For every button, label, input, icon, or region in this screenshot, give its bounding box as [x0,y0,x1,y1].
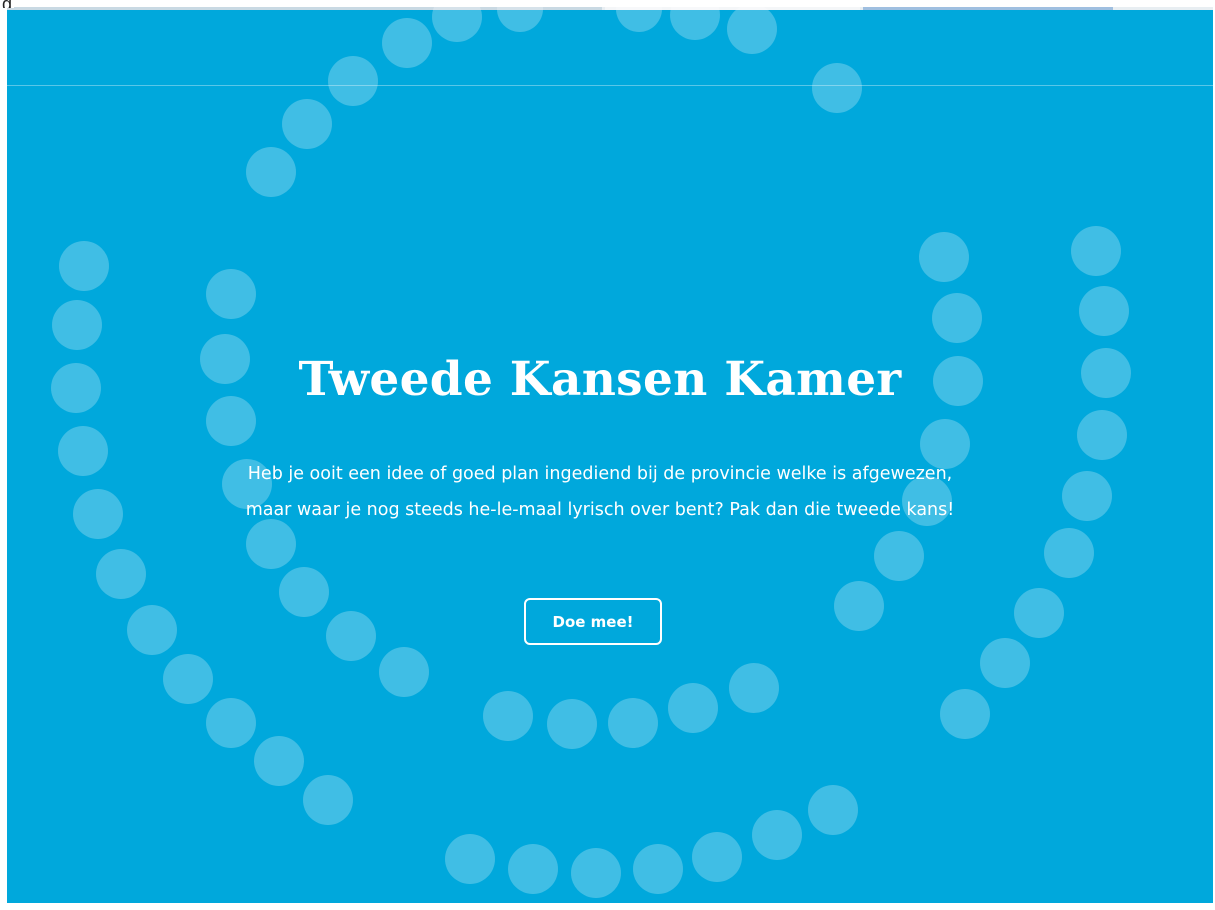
screenshot-frame: g [0,0,1215,910]
hero-content: Tweede Kansen Kamer Heb je ooit een idee… [7,7,1213,903]
page-label: g [0,0,15,8]
join-button[interactable]: Doe mee! [524,598,662,645]
hero-description: Heb je ooit een idee of goed plan ingedi… [245,464,955,520]
hero-section: Tweede Kansen Kamer Heb je ooit een idee… [7,7,1213,903]
hero-title: Tweede Kansen Kamer [298,352,902,407]
